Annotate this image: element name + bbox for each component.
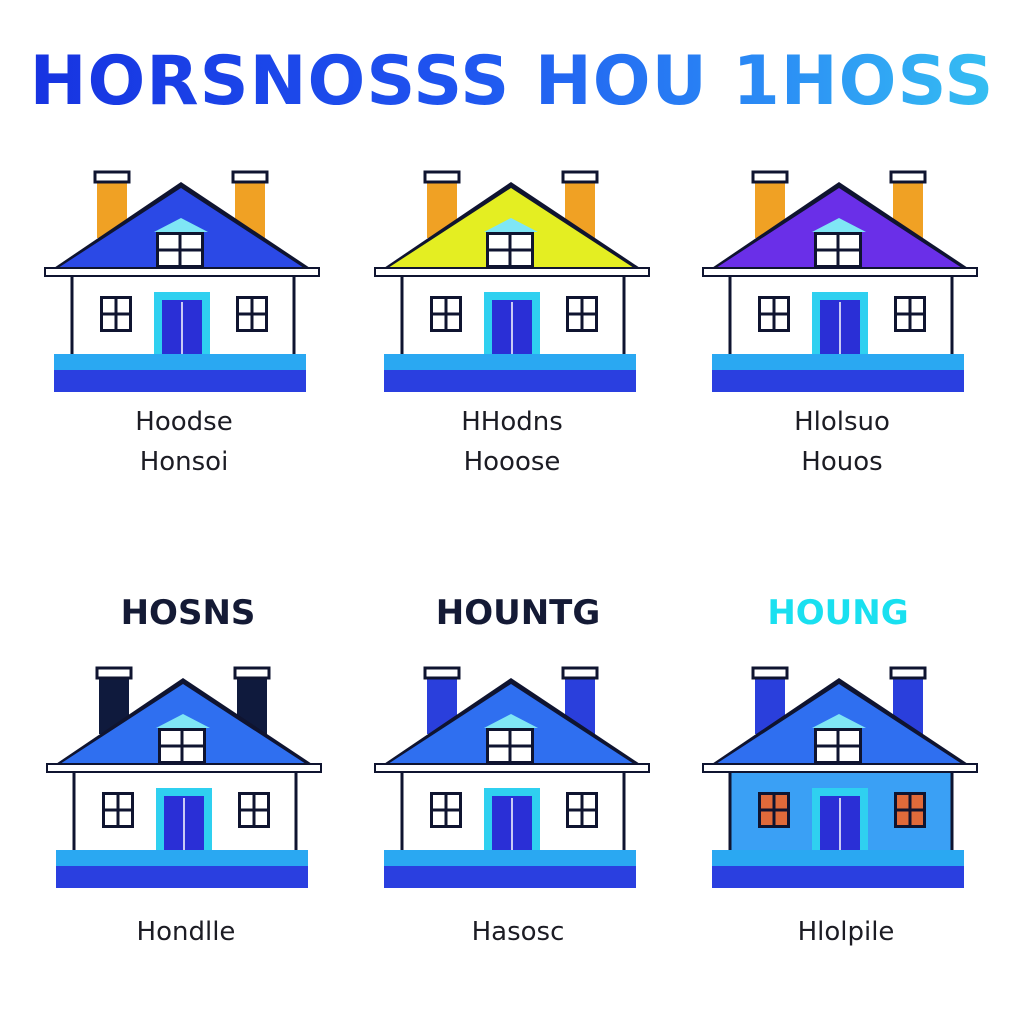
right-window	[238, 792, 270, 828]
house-caption-6-line-1: Hlolpile	[797, 917, 895, 947]
attic-window	[814, 728, 862, 764]
house-drawing	[702, 666, 978, 888]
right-chimney-cap	[889, 666, 927, 680]
house-drawing	[374, 170, 650, 392]
house-caption-2-line-2: Hooose	[463, 447, 561, 477]
base-bottom	[54, 370, 306, 392]
house-heading-4: HOSNS	[120, 593, 256, 633]
right-chimney-cap	[561, 666, 599, 680]
house-caption-4-line-1: Hondlle	[136, 917, 236, 947]
house-heading-5: HOUNTG	[435, 593, 601, 633]
house-drawing	[44, 170, 320, 392]
house-caption-1-line-1: Hoodse	[135, 407, 233, 437]
house-illustration-6	[698, 664, 978, 904]
right-chimney-cap	[233, 666, 271, 680]
right-chimney-cap	[561, 170, 599, 184]
right-window	[566, 792, 598, 828]
house-caption-5: Hasosc	[388, 912, 648, 952]
base-top	[712, 850, 964, 866]
house-caption-5-line-1: Hasosc	[471, 917, 565, 947]
left-window	[758, 296, 790, 332]
roof-eave	[44, 267, 320, 277]
base-bottom	[712, 370, 964, 392]
roof-eave	[374, 267, 650, 277]
attic-window	[158, 728, 206, 764]
left-chimney-cap	[93, 170, 131, 184]
house-caption-3-line-1: Hlolsuo	[794, 407, 890, 437]
house-drawing	[46, 666, 322, 888]
roof-eave	[46, 763, 322, 773]
roof-eave	[702, 267, 978, 277]
left-window	[100, 296, 132, 332]
attic-window	[156, 232, 204, 268]
base-top	[56, 850, 308, 866]
house-caption-3: Hlolsuo Houos	[712, 402, 972, 482]
left-chimney-cap	[751, 170, 789, 184]
base-top	[54, 354, 306, 370]
base-bottom	[56, 866, 308, 888]
base-bottom	[712, 866, 964, 888]
right-window	[236, 296, 268, 332]
house-heading-6: HOUNG	[767, 593, 909, 633]
house-caption-6: Hlolpile	[716, 912, 976, 952]
attic-window	[486, 728, 534, 764]
base-top	[712, 354, 964, 370]
house-caption-4: Hondlle	[56, 912, 316, 952]
left-window	[430, 296, 462, 332]
base-top	[384, 850, 636, 866]
page: HORSNOSSS HOU 1HOSS Hoodse Honsoi HHodns…	[0, 0, 1024, 1024]
right-window	[894, 792, 926, 828]
base-top	[384, 354, 636, 370]
right-chimney-cap	[231, 170, 269, 184]
page-title: HORSNOSSS HOU 1HOSS	[0, 48, 1024, 116]
attic-window	[486, 232, 534, 268]
left-chimney-cap	[423, 666, 461, 680]
house-illustration-3	[698, 168, 978, 408]
house-illustration-5	[370, 664, 650, 904]
house-illustration-2	[370, 168, 650, 408]
attic-window	[814, 232, 862, 268]
house-caption-2: HHodns Hooose	[382, 402, 642, 482]
roof-eave	[702, 763, 978, 773]
house-caption-3-line-2: Houos	[801, 447, 883, 477]
base-bottom	[384, 866, 636, 888]
house-illustration-1	[40, 168, 320, 408]
left-window	[102, 792, 134, 828]
left-chimney-cap	[95, 666, 133, 680]
house-drawing	[702, 170, 978, 392]
house-illustration-4	[42, 664, 322, 904]
right-chimney-cap	[889, 170, 927, 184]
right-window	[894, 296, 926, 332]
left-chimney-cap	[751, 666, 789, 680]
left-window	[430, 792, 462, 828]
house-caption-1-line-2: Honsoi	[139, 447, 229, 477]
base-bottom	[384, 370, 636, 392]
house-drawing	[374, 666, 650, 888]
house-caption-2-line-1: HHodns	[461, 407, 563, 437]
roof-eave	[374, 763, 650, 773]
house-caption-1: Hoodse Honsoi	[54, 402, 314, 482]
right-window	[566, 296, 598, 332]
left-window	[758, 792, 790, 828]
left-chimney-cap	[423, 170, 461, 184]
